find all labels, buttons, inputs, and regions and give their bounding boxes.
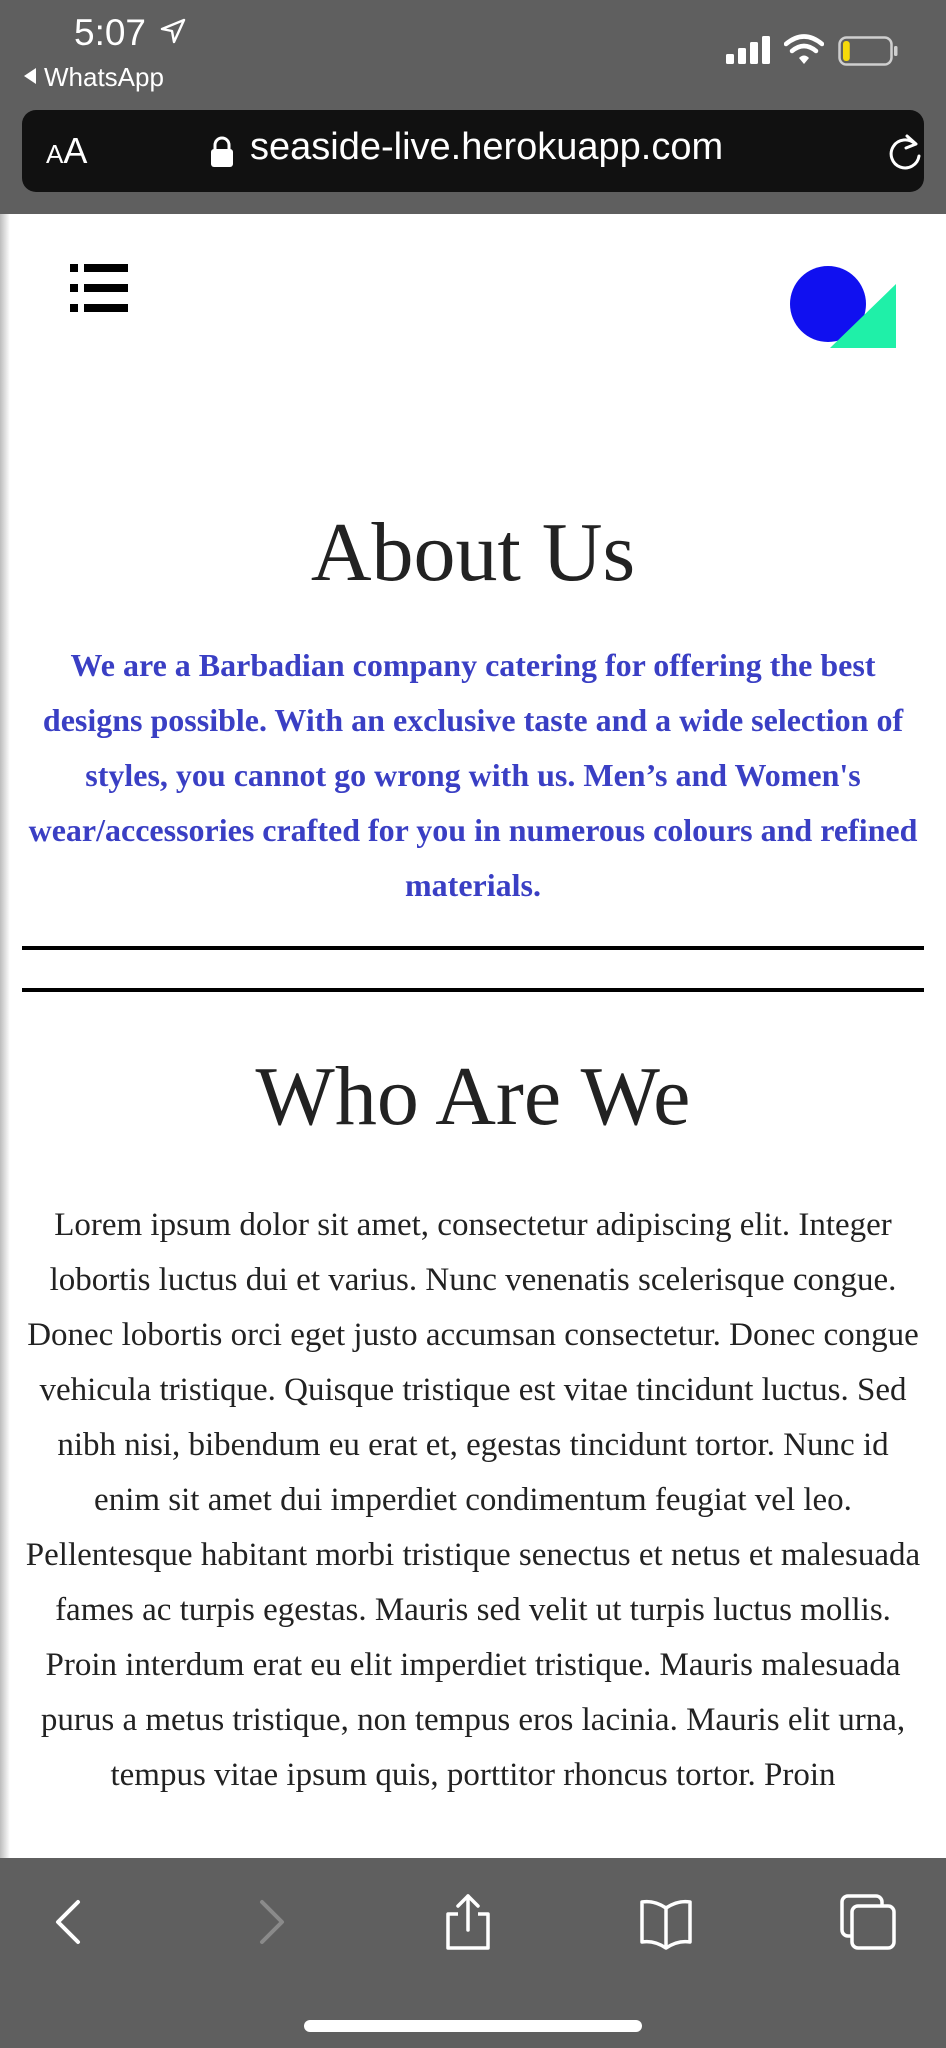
- url-text[interactable]: seaside-live.herokuapp.com: [250, 126, 723, 169]
- wifi-icon: [784, 34, 824, 64]
- battery-icon: [838, 36, 898, 66]
- browser-toolbar: [0, 1858, 946, 2048]
- who-text: Lorem ipsum dolor sit amet, consectetur …: [25, 1207, 921, 1793]
- text-size-small-letter: A: [46, 139, 64, 169]
- signal-icon: [726, 36, 770, 64]
- tabs-icon[interactable]: [838, 1892, 898, 1952]
- logo-icon[interactable]: [788, 264, 898, 364]
- back-app-label: WhatsApp: [44, 62, 164, 92]
- back-triangle-icon: [24, 68, 36, 84]
- text-size-big-letter: A: [63, 130, 88, 171]
- page-edge-shadow: [0, 214, 10, 1858]
- divider: [22, 988, 924, 992]
- share-icon[interactable]: [438, 1892, 498, 1952]
- home-indicator[interactable]: [304, 2020, 642, 2032]
- forward-icon[interactable]: [240, 1892, 300, 1952]
- address-bar[interactable]: AA seaside-live.herokuapp.com: [22, 110, 924, 192]
- about-text: We are a Barbadian company catering for …: [28, 647, 918, 903]
- text-size-button[interactable]: AA: [46, 130, 87, 172]
- status-time: 5:07: [74, 12, 147, 53]
- lock-icon: [211, 136, 233, 167]
- status-bar: 5:07 WhatsApp: [0, 0, 946, 105]
- about-heading: About Us: [310, 506, 636, 599]
- web-page: About Us We are a Barbadian company cate…: [0, 214, 946, 1858]
- reload-icon[interactable]: [886, 132, 924, 172]
- bookmarks-icon[interactable]: [636, 1892, 696, 1952]
- back-to-app-link[interactable]: WhatsApp: [24, 62, 164, 93]
- who-heading: Who Are We: [255, 1050, 691, 1143]
- divider: [22, 946, 924, 950]
- back-icon[interactable]: [40, 1892, 100, 1952]
- menu-icon[interactable]: [70, 264, 128, 312]
- location-arrow-icon: [160, 18, 186, 44]
